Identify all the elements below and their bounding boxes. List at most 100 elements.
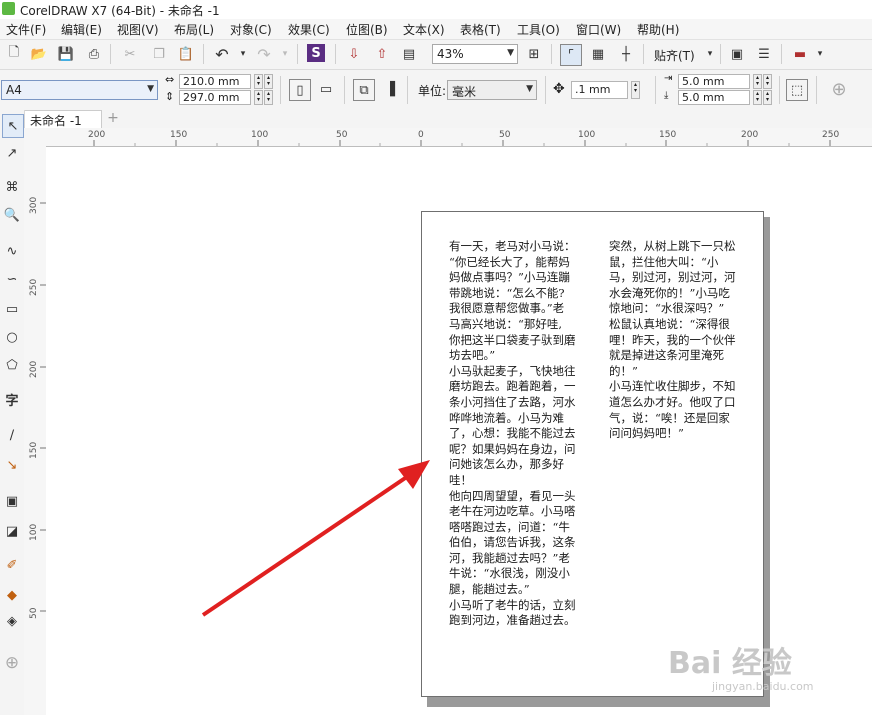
rectangle-tool-icon[interactable]: ▭ [2, 298, 22, 320]
menu-object[interactable]: 对象(C) [227, 21, 275, 38]
interactive-fill-tool-icon[interactable]: ◆ [2, 584, 22, 606]
snap-to-menu[interactable]: 贴齐(T) [654, 47, 695, 64]
menu-bitmaps[interactable]: 位图(B) [343, 21, 391, 38]
landscape-icon[interactable]: ▭ [316, 79, 336, 99]
redo-dropdown-icon[interactable]: ▾ [275, 44, 295, 64]
new-document-icon[interactable]: 🗋 [4, 44, 24, 64]
pick-tool-icon[interactable]: ↖ [2, 114, 24, 138]
polygon-tool-icon[interactable]: ⬠ [2, 354, 22, 376]
paste-icon[interactable]: 📋 [176, 44, 196, 64]
duplicate-distance-y-field[interactable]: 5.0 mm [678, 90, 750, 105]
open-folder-icon[interactable]: 📂 [29, 44, 49, 64]
copy-icon[interactable]: ❐ [149, 44, 169, 64]
menu-layout[interactable]: 布局(L) [171, 21, 217, 38]
shape-tool-icon[interactable]: ↗ [2, 142, 22, 164]
width-icon: ⇔ [165, 73, 175, 86]
transparency-tool-icon[interactable]: ◪ [2, 520, 22, 542]
document-page[interactable]: 有一天，老马对小马说： “你已经长大了，能帮妈 妈做点事吗？”小马连蹦 带跳地说：“怎… [421, 211, 764, 697]
duplicate-distance-x-field[interactable]: 5.0 mm [678, 74, 750, 89]
page-height-field[interactable]: 297.0 mm [179, 90, 251, 105]
duplicate-y-icon: ⤓ [664, 90, 669, 101]
portrait-icon[interactable]: ▯ [289, 79, 311, 101]
show-grid-icon[interactable]: ▦ [588, 44, 608, 64]
vertical-ruler[interactable]: 300 250 200 150 100 50 [24, 146, 47, 715]
search-content-icon[interactable]: S [307, 44, 325, 62]
horizontal-ruler[interactable]: 200 150 100 50 0 50 100 150 200 250 [46, 128, 872, 147]
launcher-dropdown-icon[interactable]: ▾ [810, 44, 830, 64]
menu-tools[interactable]: 工具(O) [514, 21, 563, 38]
freehand-tool-icon[interactable]: ∿ [2, 240, 22, 262]
ruler-label: 250 [822, 130, 840, 140]
tab-document[interactable]: 未命名 -1 [24, 110, 102, 128]
ruler-label: 100 [29, 523, 39, 541]
width-spinner-down[interactable]: ▴ ▾ [264, 74, 273, 89]
application-launcher-icon[interactable]: ▬ [790, 44, 810, 64]
text-line: 呢？如果妈妈在身边，问 [449, 441, 576, 456]
text-line: 气，说：“唉！还是回家 [609, 410, 730, 425]
add-tab-icon[interactable]: + [106, 111, 120, 125]
units-dropdown[interactable]: 毫米 ▼ [447, 80, 537, 100]
nudge-spinner[interactable]: ▴ ▾ [631, 81, 640, 99]
menu-view[interactable]: 视图(V) [114, 21, 162, 38]
treat-as-filled-icon[interactable]: ⬚ [786, 79, 808, 101]
page-width-field[interactable]: 210.0 mm [179, 74, 251, 89]
dup-y-spinner-down[interactable]: ▴ ▾ [763, 90, 772, 105]
parallel-dimension-tool-icon[interactable]: ∕ [2, 424, 22, 446]
text-line: 老牛在河边吃草。小马嗒 [449, 504, 576, 519]
text-column-left[interactable]: 有一天，老马对小马说： “你已经长大了，能帮妈 妈做点事吗？”小马连蹦 带跳地说：“怎… [449, 239, 609, 629]
export-icon[interactable]: ⇧ [372, 44, 392, 64]
toolbox: ↖ ↗ ⌘ 🔍 ∿ ∽ ▭ ○ ⬠ 字 ∕ ↘ ▣ ◪ ✐ ◆ ◈ ⊕ [0, 110, 25, 715]
menu-edit[interactable]: 编辑(E) [58, 21, 105, 38]
text-line: 有一天，老马对小马说： [449, 239, 576, 253]
text-column-right[interactable]: 突然，从树上跳下一只松 鼠，拦住他大叫：“小 马，别过河，别过河，河 水会淹死你的！”… [609, 239, 759, 442]
menu-table[interactable]: 表格(T) [457, 21, 504, 38]
height-spinner[interactable]: ▴ ▾ [254, 90, 263, 105]
print-icon[interactable]: ⎙ [84, 44, 104, 64]
publish-pdf-icon[interactable]: ▤ [399, 44, 419, 64]
options-icon[interactable]: ☰ [754, 44, 774, 64]
welcome-screen-icon[interactable]: ▣ [727, 44, 747, 64]
dup-y-spinner[interactable]: ▴ ▾ [753, 90, 762, 105]
text-line: 鼠，拦住他大叫：“小 [609, 254, 719, 269]
color-eyedropper-tool-icon[interactable]: ✐ [2, 554, 22, 576]
nudge-distance-field[interactable]: .1 mm [571, 81, 628, 99]
crop-tool-icon[interactable]: ⌘ [2, 176, 22, 198]
redo-icon[interactable]: ↷ [254, 44, 274, 64]
dup-x-spinner[interactable]: ▴ ▾ [753, 74, 762, 89]
current-page-icon[interactable]: ▐ [380, 79, 400, 99]
import-icon[interactable]: ⇩ [344, 44, 364, 64]
cut-icon[interactable]: ✂ [120, 44, 140, 64]
artistic-media-tool-icon[interactable]: ∽ [2, 268, 22, 290]
text-line: 哗哗地流着。小马为难 [449, 410, 564, 425]
all-pages-icon[interactable]: ⧉ [353, 79, 375, 101]
connector-tool-icon[interactable]: ↘ [2, 454, 22, 476]
dup-x-spinner-down[interactable]: ▴ ▾ [763, 74, 772, 89]
ellipse-tool-icon[interactable]: ○ [2, 326, 22, 348]
add-tool-icon[interactable]: ⊕ [2, 652, 22, 674]
add-property-icon[interactable]: ⊕ [829, 79, 849, 100]
ruler-origin-corner[interactable] [24, 128, 47, 147]
menu-window[interactable]: 窗口(W) [573, 21, 624, 38]
menu-file[interactable]: 文件(F) [3, 21, 49, 38]
height-spinner-down[interactable]: ▴ ▾ [264, 90, 273, 105]
ruler-label: 100 [578, 130, 596, 140]
menu-help[interactable]: 帮助(H) [634, 21, 682, 38]
snap-dropdown-icon[interactable]: ▾ [700, 44, 720, 64]
save-icon[interactable]: 💾 [56, 44, 76, 64]
ruler-label: 200 [29, 360, 39, 378]
smart-fill-tool-icon[interactable]: ◈ [2, 610, 22, 632]
menu-text[interactable]: 文本(X) [400, 21, 448, 38]
zoom-level-dropdown[interactable]: 43% ▼ [432, 44, 518, 64]
page-size-dropdown[interactable]: A4 ▼ [1, 80, 158, 100]
undo-dropdown-icon[interactable]: ▾ [233, 44, 253, 64]
ruler-label: 50 [29, 607, 39, 619]
show-guidelines-icon[interactable]: ┼ [616, 44, 636, 64]
drop-shadow-tool-icon[interactable]: ▣ [2, 490, 22, 512]
text-tool-icon[interactable]: 字 [2, 388, 22, 410]
width-spinner[interactable]: ▴ ▾ [254, 74, 263, 89]
show-rulers-icon[interactable]: ⌜ [560, 44, 582, 66]
menu-effects[interactable]: 效果(C) [285, 21, 333, 38]
zoom-tool-icon[interactable]: 🔍 [2, 204, 22, 226]
undo-icon[interactable]: ↶ [212, 44, 232, 64]
full-screen-preview-icon[interactable]: ⊞ [524, 44, 544, 64]
